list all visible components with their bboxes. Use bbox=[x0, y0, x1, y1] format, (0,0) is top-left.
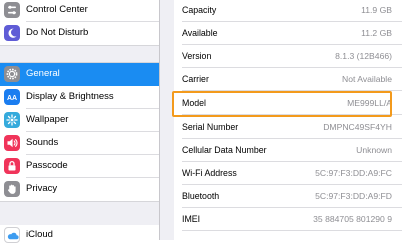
divider bbox=[182, 230, 402, 231]
row-value: 5C:97:F3:DD:A9:FD bbox=[315, 191, 392, 201]
row-label: Carrier bbox=[182, 74, 209, 84]
about-list: Capacity 11.9 GB Available 11.2 GB Versi… bbox=[174, 0, 402, 240]
settings-sidebar: Control Center Do Not Disturb General AA… bbox=[0, 0, 160, 243]
about-row-bluetooth: Bluetooth 5C:97:F3:DD:A9:FD bbox=[174, 185, 402, 208]
section-gap bbox=[0, 201, 159, 225]
control-center-icon bbox=[4, 2, 20, 18]
svg-text:AA: AA bbox=[7, 95, 17, 102]
sidebar-item-do-not-disturb[interactable]: Do Not Disturb bbox=[0, 22, 159, 45]
row-label: Wi-Fi Address bbox=[182, 168, 237, 178]
row-label: Cellular Data Number bbox=[182, 145, 267, 155]
about-pane: Capacity 11.9 GB Available 11.2 GB Versi… bbox=[160, 0, 402, 240]
about-row-available: Available 11.2 GB bbox=[174, 22, 402, 45]
row-value: Unknown bbox=[356, 145, 392, 155]
row-value: 11.2 GB bbox=[361, 28, 392, 38]
sidebar-item-label: Passcode bbox=[26, 160, 68, 171]
sidebar-item-label: Sounds bbox=[26, 137, 59, 148]
sidebar-item-label: Do Not Disturb bbox=[26, 27, 89, 38]
row-label: Serial Number bbox=[182, 122, 239, 132]
about-row-cellular-data-number: Cellular Data Number Unknown bbox=[174, 139, 402, 162]
sidebar-item-label: General bbox=[26, 68, 60, 79]
cloud-icon bbox=[4, 227, 20, 243]
row-value: 11.9 GB bbox=[361, 5, 392, 15]
sidebar-item-passcode[interactable]: Passcode bbox=[0, 155, 159, 178]
gear-icon bbox=[4, 66, 20, 82]
hand-icon bbox=[4, 181, 20, 197]
sidebar-item-label: Privacy bbox=[26, 183, 58, 194]
wallpaper-icon bbox=[4, 112, 20, 128]
sidebar-item-control-center[interactable]: Control Center bbox=[0, 0, 159, 22]
section-gap bbox=[0, 45, 159, 63]
about-row-wifi-address: Wi-Fi Address 5C:97:F3:DD:A9:FC bbox=[174, 162, 402, 185]
row-label: Capacity bbox=[182, 5, 217, 15]
about-row-capacity: Capacity 11.9 GB bbox=[174, 0, 402, 22]
row-label: IMEI bbox=[182, 214, 201, 224]
moon-icon bbox=[4, 25, 20, 41]
model-highlight-box bbox=[172, 91, 392, 117]
about-row-version: Version 8.1.3 (12B466) bbox=[174, 45, 402, 68]
sidebar-item-sounds[interactable]: Sounds bbox=[0, 132, 159, 155]
display-brightness-icon: AA bbox=[4, 89, 20, 105]
row-label: Bluetooth bbox=[182, 191, 220, 201]
row-value: 35 884705 801290 9 bbox=[313, 214, 392, 224]
about-row-serial-number[interactable]: Serial Number DMPNC49SF4YH bbox=[174, 116, 402, 139]
about-row-carrier: Carrier Not Available bbox=[174, 68, 402, 91]
row-value: 8.1.3 (12B466) bbox=[335, 51, 392, 61]
speaker-icon bbox=[4, 135, 20, 151]
sidebar-item-label: Wallpaper bbox=[26, 114, 69, 125]
sidebar-item-label: Display & Brightness bbox=[26, 91, 114, 102]
row-value: Not Available bbox=[341, 74, 392, 84]
row-label: Available bbox=[182, 28, 218, 38]
sidebar-item-label: Control Center bbox=[26, 4, 88, 15]
row-value: DMPNC49SF4YH bbox=[323, 122, 392, 132]
sidebar-item-general[interactable]: General bbox=[0, 63, 159, 86]
lock-icon bbox=[4, 158, 20, 174]
sidebar-item-icloud[interactable]: iCloud bbox=[0, 224, 159, 247]
sidebar-item-wallpaper[interactable]: Wallpaper bbox=[0, 109, 159, 132]
row-label: Version bbox=[182, 51, 212, 61]
sidebar-item-privacy[interactable]: Privacy bbox=[0, 178, 159, 201]
row-value: 5C:97:F3:DD:A9:FC bbox=[315, 168, 392, 178]
sidebar-item-display-brightness[interactable]: AA Display & Brightness bbox=[0, 86, 159, 109]
about-row-imei: IMEI 35 884705 801290 9 bbox=[174, 208, 402, 231]
